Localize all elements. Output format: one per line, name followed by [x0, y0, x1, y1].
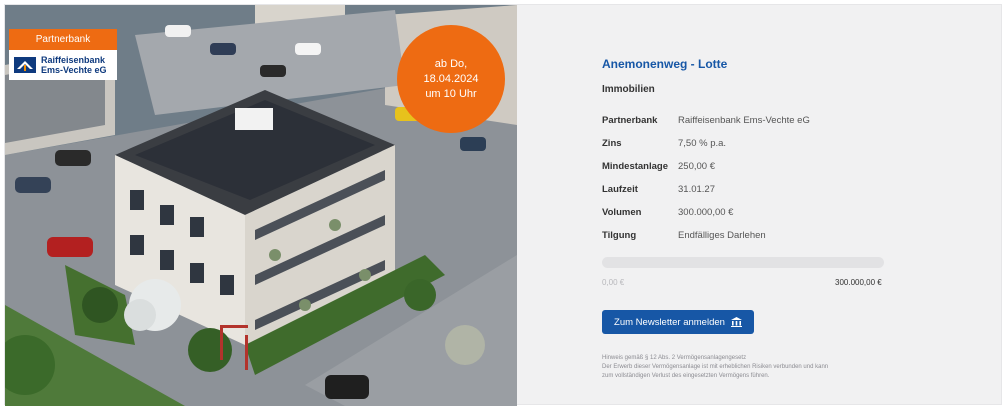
- newsletter-signup-button[interactable]: Zum Newsletter anmelden: [602, 310, 754, 334]
- badge-line-date: 18.04.2024: [423, 72, 479, 85]
- bank-name: Raiffeisenbank Ems-Vechte eG: [41, 55, 107, 75]
- funding-target: 300.000,00 €: [835, 278, 882, 287]
- fact-value: Endfälliges Darlehen: [678, 230, 766, 241]
- project-image[interactable]: Partnerbank Raiffeisenbank Ems-Vechte eG…: [5, 5, 517, 406]
- notice-line: Der Erwerb dieser Vermögensanlage ist mi…: [602, 364, 829, 370]
- facts-list: Partnerbank Raiffeisenbank Ems-Vechte eG…: [602, 109, 810, 247]
- fact-row-mindestanlage: Mindestanlage 250,00 €: [602, 155, 810, 178]
- funding-raised: 0,00 €: [602, 278, 625, 287]
- fact-row-volumen: Volumen 300.000,00 €: [602, 201, 810, 224]
- fact-row-tilgung: Tilgung Endfälliges Darlehen: [602, 224, 810, 247]
- bank-logo: Raiffeisenbank Ems-Vechte eG: [9, 50, 117, 80]
- notice-line: Hinweis gemäß § 12 Abs. 2 Vermögensanlag…: [602, 355, 747, 361]
- project-category: Immobilien: [602, 84, 655, 95]
- fact-value: Raiffeisenbank Ems-Vechte eG: [678, 115, 810, 126]
- badge-line-time: um 10 Uhr: [425, 87, 477, 100]
- start-date-badge: ab Do, 18.04.2024 um 10 Uhr: [397, 25, 505, 133]
- fact-value: 7,50 % p.a.: [678, 138, 727, 149]
- newsletter-button-label: Zum Newsletter anmelden: [614, 316, 725, 328]
- fact-label: Mindestanlage: [602, 161, 668, 172]
- fact-value: 31.01.27: [678, 184, 715, 195]
- fact-value: 250,00 €: [678, 161, 715, 172]
- fact-label: Laufzeit: [602, 184, 638, 195]
- fact-label: Partnerbank: [602, 115, 658, 126]
- legal-notice: Hinweis gemäß § 12 Abs. 2 Vermögensanlag…: [602, 354, 902, 381]
- partner-tag: Partnerbank: [9, 29, 117, 50]
- project-info-panel: Anemonenweg - Lotte Immobilien Partnerba…: [517, 5, 1001, 404]
- project-title[interactable]: Anemonenweg - Lotte: [602, 57, 727, 71]
- bank-building-icon: [730, 317, 742, 327]
- funding-progress-bar: [602, 257, 884, 268]
- badge-line-weekday: ab Do,: [434, 57, 468, 70]
- fact-row-laufzeit: Laufzeit 31.01.27: [602, 178, 810, 201]
- notice-line: zum vollständigen Verlust des eingesetzt…: [602, 373, 770, 379]
- fact-label: Tilgung: [602, 230, 637, 241]
- fact-value: 300.000,00 €: [678, 207, 734, 218]
- fact-row-partnerbank: Partnerbank Raiffeisenbank Ems-Vechte eG: [602, 109, 810, 132]
- fact-label: Zins: [602, 138, 622, 149]
- offer-card[interactable]: Partnerbank Raiffeisenbank Ems-Vechte eG…: [4, 4, 1002, 406]
- fact-row-zins: Zins 7,50 % p.a.: [602, 132, 810, 155]
- raiffeisen-gable-icon: [14, 57, 36, 73]
- fact-label: Volumen: [602, 207, 642, 218]
- partner-bank-box: Partnerbank Raiffeisenbank Ems-Vechte eG: [9, 29, 117, 80]
